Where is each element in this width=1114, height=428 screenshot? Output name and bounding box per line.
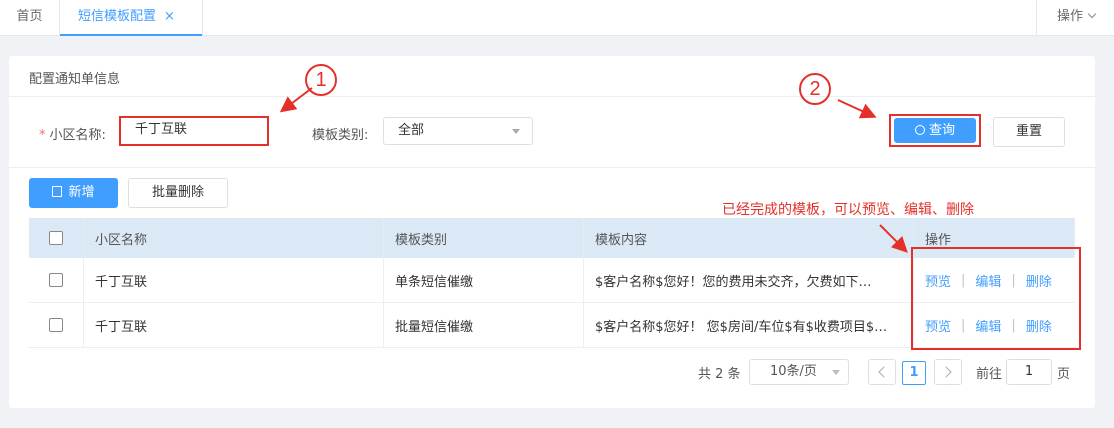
chevron-right-icon: [940, 366, 952, 378]
community-label: * 小区名称:: [39, 124, 106, 143]
add-icon: [52, 186, 63, 197]
tab-operations-menu[interactable]: 操作: [1036, 0, 1114, 35]
cell-content: $客户名称$您好！您的费用未交齐，欠费如下…: [584, 258, 914, 302]
goto-page-input[interactable]: 1: [1006, 359, 1052, 385]
row-select-cell: [29, 303, 84, 347]
caret-down-icon: [512, 129, 520, 134]
community-input[interactable]: 千丁互联: [119, 116, 269, 146]
reset-button[interactable]: 重置: [993, 117, 1065, 147]
next-page-button[interactable]: [934, 359, 962, 385]
category-select-value: 全部: [398, 123, 425, 138]
tab-bar: 首页 短信模板配置 × 操作: [0, 0, 1114, 36]
config-card: 配置通知单信息 * 小区名称: 千丁互联 模板类别: 全部 查询 重置 新增 批量…: [9, 56, 1095, 408]
cell-content-text: $客户名称$您好！ 您$房间/车位$有$收费项目$…: [595, 319, 888, 335]
community-label-text: 小区名称:: [49, 128, 106, 143]
batch-delete-button[interactable]: 批量删除: [128, 178, 228, 208]
divider: [9, 96, 1095, 97]
row-checkbox[interactable]: [49, 273, 63, 287]
chevron-left-icon: [878, 366, 890, 378]
cell-category: 单条短信催缴: [384, 258, 584, 302]
divider: [9, 167, 1095, 168]
add-label: 新增: [68, 185, 95, 200]
header-content: 模板内容: [584, 218, 914, 258]
row-checkbox[interactable]: [49, 318, 63, 332]
page-size-value: 10条/页: [770, 364, 817, 379]
header-community: 小区名称: [84, 218, 384, 258]
caret-down-icon: [832, 370, 840, 375]
annotation-note: 已经完成的模板，可以预览、编辑、删除: [722, 202, 974, 218]
tab-label: 短信模板配置: [78, 9, 157, 24]
pagination-total: 共 2 条: [698, 367, 741, 382]
cell-category: 批量短信催缴: [384, 303, 584, 347]
search-label: 查询: [928, 123, 955, 138]
required-mark: *: [39, 128, 46, 143]
select-all-checkbox[interactable]: [49, 231, 63, 245]
operations-highlight: [911, 247, 1081, 350]
row-select-cell: [29, 258, 84, 302]
add-button[interactable]: 新增: [29, 178, 118, 208]
tab-sms-template-config[interactable]: 短信模板配置 ×: [60, 0, 203, 36]
category-label: 模板类别:: [312, 128, 369, 143]
search-button[interactable]: 查询: [894, 118, 976, 143]
header-select-cell: [29, 218, 84, 258]
chevron-down-icon: [1087, 9, 1097, 19]
cell-content: $客户名称$您好！ 您$房间/车位$有$收费项目$…: [584, 303, 914, 347]
tab-home[interactable]: 首页: [0, 0, 60, 35]
page-size-select[interactable]: 10条/页: [749, 359, 849, 385]
goto-prefix: 前往: [976, 367, 1003, 382]
page-number-current[interactable]: 1: [902, 361, 926, 385]
cell-content-text: $客户名称$您好！您的费用未交齐，欠费如下…: [595, 274, 872, 290]
search-highlight: 查询: [889, 114, 981, 147]
operations-label: 操作: [1057, 9, 1084, 24]
header-category: 模板类别: [384, 218, 584, 258]
goto-suffix: 页: [1057, 367, 1071, 382]
close-icon[interactable]: ×: [164, 9, 175, 24]
annotation-marker-1: 1: [305, 64, 337, 96]
card-title: 配置通知单信息: [29, 72, 121, 87]
cell-community: 千丁互联: [84, 258, 384, 302]
prev-page-button[interactable]: [868, 359, 896, 385]
annotation-marker-2: 2: [799, 73, 831, 105]
cell-community: 千丁互联: [84, 303, 384, 347]
category-select[interactable]: 全部: [383, 117, 533, 145]
search-icon: [914, 125, 925, 135]
